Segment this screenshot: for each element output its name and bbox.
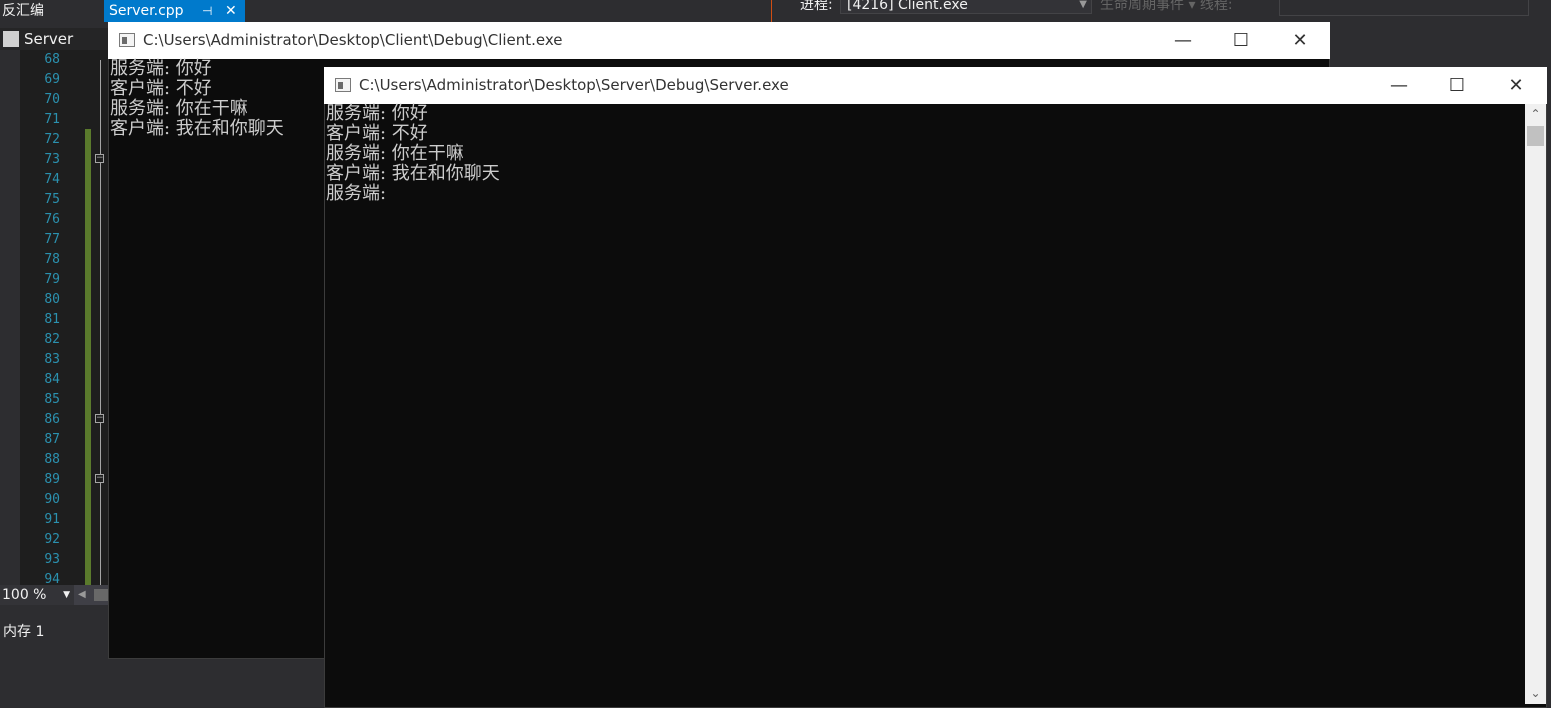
scroll-down-icon[interactable]: ⌄	[1525, 683, 1546, 704]
console-line: 客户端: 我在和你聊天	[110, 118, 284, 139]
collapse-icon[interactable]: −	[95, 474, 104, 483]
console-line: 服务端: 你在干嘛	[326, 143, 464, 164]
tab-server-cpp[interactable]: Server.cpp ⊣ ✕	[104, 0, 245, 22]
project-icon	[3, 31, 19, 47]
line-number: 78	[44, 252, 60, 267]
line-number: 70	[44, 92, 60, 107]
maximize-button[interactable]: ☐	[1437, 67, 1477, 104]
line-number: 86	[44, 412, 60, 427]
line-number: 80	[44, 292, 60, 307]
line-number: 82	[44, 332, 60, 347]
line-number: 85	[44, 392, 60, 407]
collapse-icon[interactable]: −	[95, 414, 104, 423]
outline-guide	[100, 60, 101, 585]
line-number: 93	[44, 552, 60, 567]
console-line: 客户端: 不好	[326, 123, 428, 144]
line-number: 87	[44, 432, 60, 447]
zoom-value: 100 %	[2, 587, 47, 603]
collapse-icon[interactable]: −	[95, 154, 104, 163]
line-number: 89	[44, 472, 60, 487]
line-number: 74	[44, 172, 60, 187]
console-line: 服务端: 你好	[326, 103, 428, 124]
vertical-scrollbar[interactable]	[1525, 104, 1546, 704]
server-window-title: C:\Users\Administrator\Desktop\Server\De…	[359, 76, 789, 94]
console-line: 服务端:	[326, 183, 387, 204]
chevron-down-icon: ▼	[1079, 0, 1087, 10]
line-number: 69	[44, 72, 60, 87]
vs-bottom-area	[0, 675, 325, 708]
line-number: 68	[44, 52, 60, 67]
server-console-window[interactable]	[324, 67, 1547, 708]
line-number: 90	[44, 492, 60, 507]
minimize-button[interactable]: —	[1379, 67, 1419, 104]
minimize-button[interactable]: —	[1163, 22, 1203, 59]
line-number: 79	[44, 272, 60, 287]
thread-dropdown[interactable]	[1279, 0, 1529, 16]
vertical-scroll-thumb[interactable]	[1527, 126, 1544, 146]
horizontal-scroll-thumb[interactable]	[94, 589, 108, 601]
line-number: 76	[44, 212, 60, 227]
console-line: 客户端: 我在和你聊天	[326, 163, 500, 184]
tab-server-cpp-label: Server.cpp	[109, 3, 184, 19]
scroll-left-icon[interactable]: ◀	[78, 585, 86, 605]
line-number: 84	[44, 372, 60, 387]
client-window-title: C:\Users\Administrator\Desktop\Client\De…	[143, 31, 563, 49]
console-line: 客户端: 不好	[110, 78, 212, 99]
selection-margin[interactable]	[0, 50, 20, 585]
close-button[interactable]: ✕	[1280, 22, 1320, 59]
line-number: 73	[44, 152, 60, 167]
line-number: 75	[44, 192, 60, 207]
console-line: 服务端: 你在干嘛	[110, 98, 248, 119]
tab-disassembly[interactable]: 反汇编	[0, 0, 100, 22]
pin-icon[interactable]: ⊣	[202, 0, 212, 22]
chevron-down-icon: ▼	[63, 590, 70, 600]
line-number: 92	[44, 532, 60, 547]
lifecycle-events-label[interactable]: 生命周期事件 ▾ 线程:	[1100, 0, 1233, 14]
zoom-dropdown[interactable]: 100 % ▼	[0, 585, 74, 605]
line-number: 88	[44, 452, 60, 467]
maximize-button[interactable]: ☐	[1221, 22, 1261, 59]
console-app-icon[interactable]	[335, 78, 351, 92]
process-dropdown[interactable]: [4216] Client.exe ▼	[840, 0, 1092, 14]
line-number: 77	[44, 232, 60, 247]
close-button[interactable]: ✕	[1496, 67, 1536, 104]
scroll-up-icon[interactable]: ⌃	[1525, 104, 1546, 125]
console-app-icon[interactable]	[119, 33, 135, 47]
process-value: [4216] Client.exe	[847, 0, 968, 13]
tab-memory-1[interactable]: 内存 1	[3, 621, 44, 641]
change-tracking-bar	[85, 129, 91, 585]
project-dropdown[interactable]: Server	[24, 28, 73, 50]
line-number: 72	[44, 132, 60, 147]
line-number: 83	[44, 352, 60, 367]
line-number: 91	[44, 512, 60, 527]
process-label: 进程:	[800, 0, 833, 13]
line-number: 81	[44, 312, 60, 327]
console-line: 服务端: 你好	[110, 58, 212, 79]
line-number: 71	[44, 112, 60, 127]
close-tab-icon[interactable]: ✕	[225, 0, 237, 22]
